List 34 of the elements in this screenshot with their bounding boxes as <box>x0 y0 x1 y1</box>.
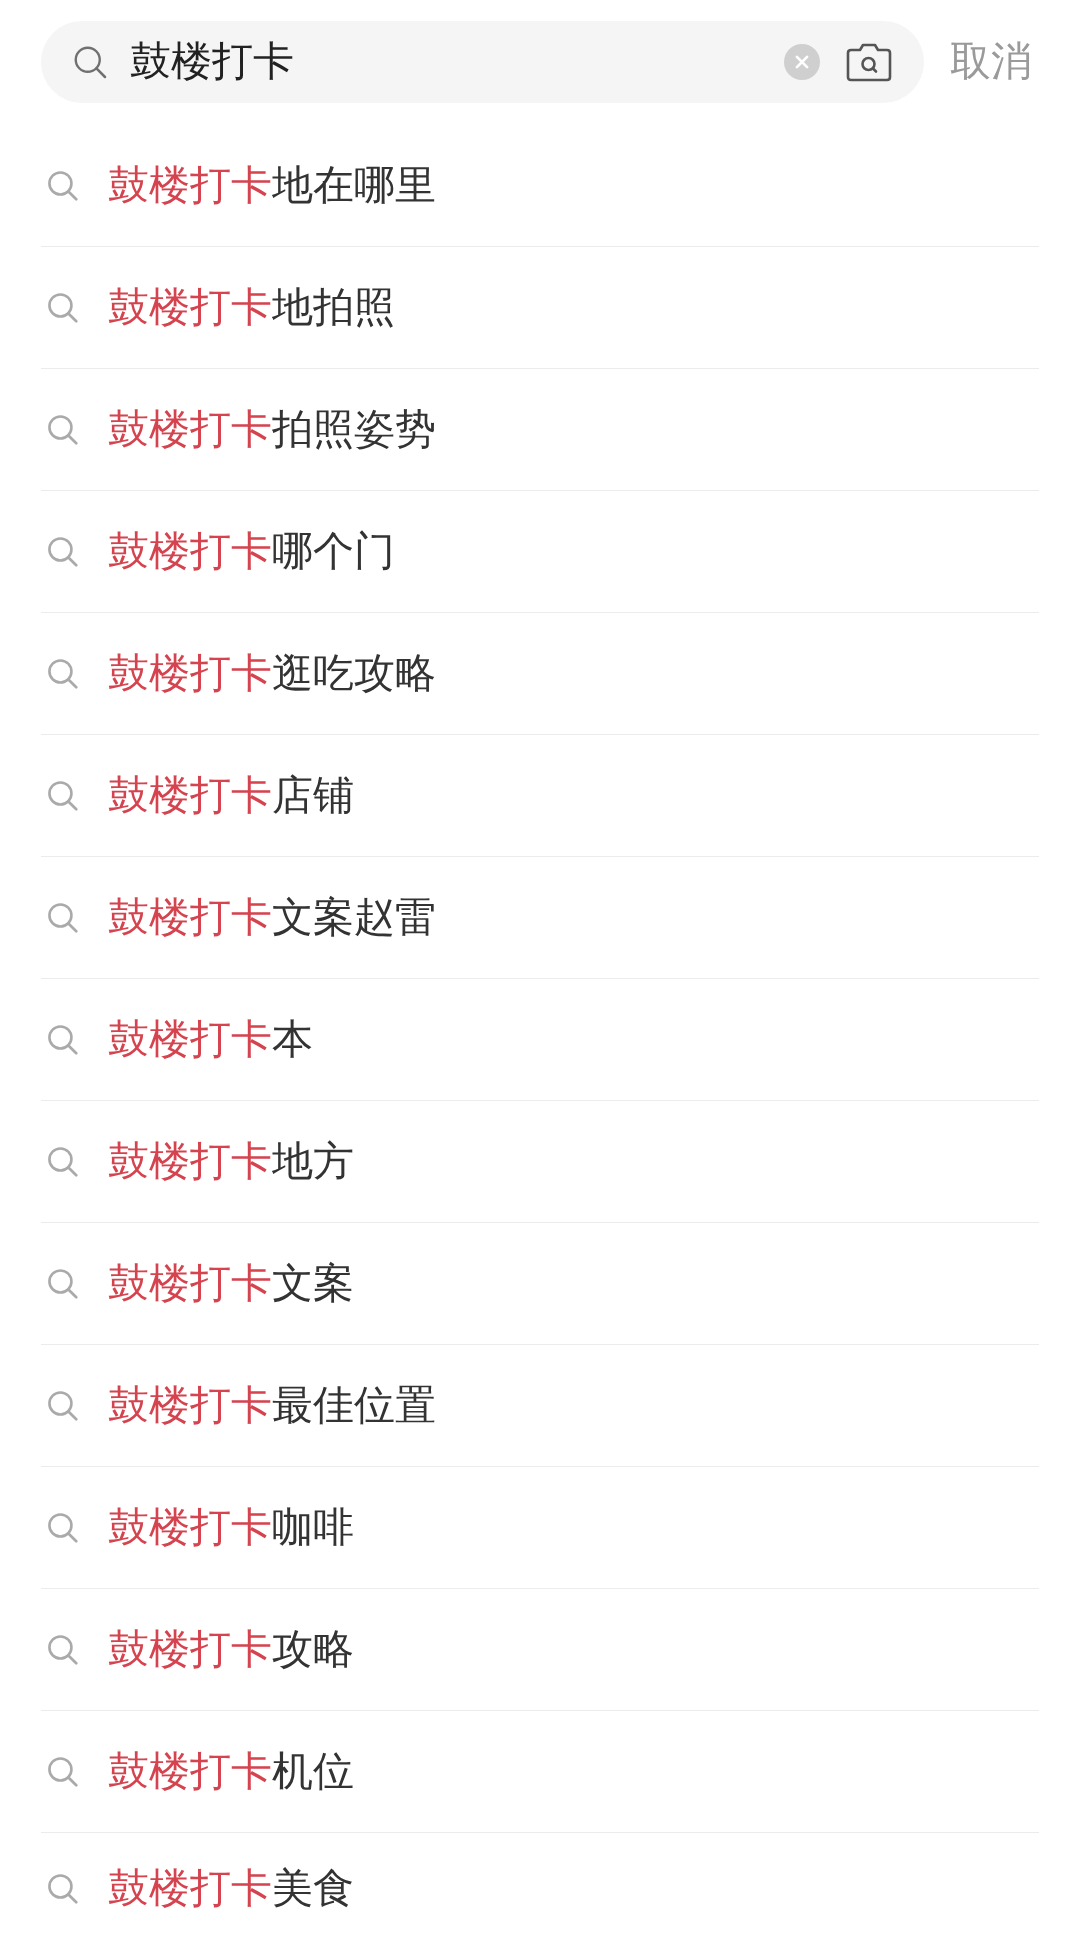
camera-icon[interactable] <box>846 42 892 82</box>
suggestion-item[interactable]: 鼓楼打卡文案 <box>41 1223 1039 1345</box>
search-field[interactable]: 鼓楼打卡 <box>130 34 784 90</box>
suggestion-item[interactable]: 鼓楼打卡文案赵雷 <box>41 857 1039 979</box>
suggestion-item[interactable]: 鼓楼打卡本 <box>41 979 1039 1101</box>
suggestion-item[interactable]: 鼓楼打卡攻略 <box>41 1589 1039 1711</box>
search-icon <box>46 1872 79 1905</box>
suggestion-item[interactable]: 鼓楼打卡店铺 <box>41 735 1039 857</box>
suggestion-item[interactable]: 鼓楼打卡美食 <box>41 1833 1039 1944</box>
suggestion-item[interactable]: 鼓楼打卡地拍照 <box>41 247 1039 369</box>
search-icon <box>46 413 79 446</box>
search-icon <box>46 1145 79 1178</box>
search-icon <box>46 1023 79 1056</box>
search-icon <box>46 291 79 324</box>
search-icon <box>46 169 79 202</box>
search-bar[interactable]: 鼓楼打卡 <box>41 21 924 103</box>
suggestion-item[interactable]: 鼓楼打卡地在哪里 <box>41 125 1039 247</box>
suggestion-item[interactable]: 鼓楼打卡逛吃攻略 <box>41 613 1039 735</box>
search-icon <box>46 1755 79 1788</box>
search-icon <box>46 1511 79 1544</box>
suggestion-item[interactable]: 鼓楼打卡咖啡 <box>41 1467 1039 1589</box>
suggestion-item[interactable]: 鼓楼打卡拍照姿势 <box>41 369 1039 491</box>
search-icon <box>46 901 79 934</box>
search-icon <box>46 779 79 812</box>
search-icon <box>46 657 79 690</box>
suggestion-item[interactable]: 鼓楼打卡最佳位置 <box>41 1345 1039 1467</box>
search-icon <box>46 1389 79 1422</box>
suggestion-item[interactable]: 鼓楼打卡哪个门 <box>41 491 1039 613</box>
suggestion-item[interactable]: 鼓楼打卡机位 <box>41 1711 1039 1833</box>
search-icon <box>46 1267 79 1300</box>
search-icon <box>46 535 79 568</box>
search-icon <box>46 1633 79 1666</box>
suggestion-item[interactable]: 鼓楼打卡地方 <box>41 1101 1039 1223</box>
search-icon <box>72 44 108 80</box>
